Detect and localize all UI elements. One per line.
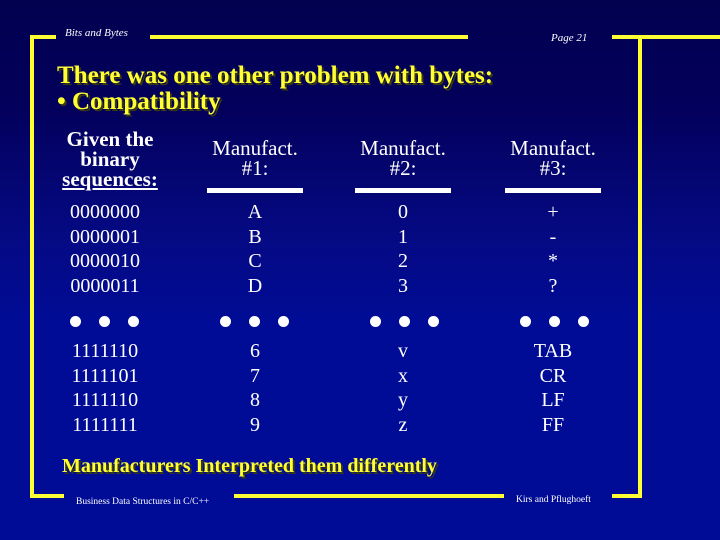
frame-bottom-left bbox=[30, 494, 64, 498]
ellipsis-icon bbox=[220, 316, 289, 327]
header-line: binary bbox=[80, 147, 140, 171]
binary-value: 0000000 bbox=[70, 201, 140, 223]
authors-footer: Kirs and Pflughoeft bbox=[516, 495, 591, 505]
section-title: Bits and Bytes bbox=[65, 27, 128, 39]
char-value: 3 bbox=[398, 274, 408, 297]
frame-bottom-right bbox=[612, 494, 642, 498]
manufacturer-2-bottom-values: v x y z bbox=[373, 339, 433, 437]
dot-icon bbox=[428, 316, 439, 327]
ellipsis-icon bbox=[70, 316, 139, 327]
ellipsis-icon bbox=[370, 316, 439, 327]
frame-right bbox=[638, 35, 642, 498]
char-value: - bbox=[549, 225, 557, 248]
header-line: Manufact. bbox=[212, 136, 298, 160]
header-line: #3: bbox=[539, 156, 567, 180]
dot-icon bbox=[549, 316, 560, 327]
manufacturer-3-top-values: + - * ? bbox=[523, 200, 583, 298]
dot-icon bbox=[278, 316, 289, 327]
char-value: LF bbox=[541, 389, 565, 411]
dot-icon bbox=[249, 316, 260, 327]
header-underline bbox=[355, 188, 451, 193]
char-value: 8 bbox=[250, 389, 260, 411]
char-value: 7 bbox=[250, 364, 260, 387]
char-value: TAB bbox=[533, 340, 573, 362]
char-value: 0 bbox=[398, 201, 408, 223]
header-line: Manufact. bbox=[360, 136, 446, 160]
dot-icon bbox=[520, 316, 531, 327]
char-value: x bbox=[398, 364, 408, 387]
manufacturer-2-top-values: 0 1 2 3 bbox=[373, 200, 433, 298]
char-value: 9 bbox=[250, 413, 260, 436]
binary-bottom-values: 1111110 1111101 1111110 1111111 bbox=[50, 339, 160, 437]
title-line-1: There was one other problem with bytes: bbox=[57, 62, 494, 89]
char-value: 1 bbox=[398, 225, 408, 248]
char-value: A bbox=[247, 201, 263, 223]
slide-title: There was one other problem with bytes: … bbox=[57, 63, 493, 115]
dot-icon bbox=[370, 316, 381, 327]
char-value: ? bbox=[548, 274, 558, 297]
binary-value: 1111110 bbox=[71, 340, 139, 362]
binary-column-header: Given the binary sequences: bbox=[50, 127, 170, 191]
ellipsis-icon bbox=[520, 316, 589, 327]
page-number: Page 21 bbox=[551, 32, 588, 44]
char-value: v bbox=[398, 340, 408, 362]
header-line: Manufact. bbox=[510, 136, 596, 160]
header-line: Given the bbox=[66, 127, 154, 151]
frame-top-middle bbox=[150, 35, 468, 39]
binary-top-values: 0000000 0000001 0000010 0000011 bbox=[50, 200, 160, 298]
frame-top-right bbox=[612, 35, 720, 39]
header-underline bbox=[207, 188, 303, 193]
binary-value: 1111101 bbox=[71, 364, 139, 387]
course-footer: Business Data Structures in C/C++ bbox=[76, 497, 210, 507]
binary-value: 1111111 bbox=[72, 413, 138, 436]
dot-icon bbox=[70, 316, 81, 327]
manufacturer-1-bottom-values: 6 7 8 9 bbox=[225, 339, 285, 437]
char-value: + bbox=[547, 201, 559, 223]
header-line: #1: bbox=[241, 156, 269, 180]
dot-icon bbox=[578, 316, 589, 327]
header-line: sequences: bbox=[62, 167, 158, 191]
binary-column: Given the binary sequences: bbox=[50, 127, 170, 191]
binary-value: 0000010 bbox=[70, 250, 140, 272]
dot-icon bbox=[399, 316, 410, 327]
char-value: 2 bbox=[398, 250, 408, 272]
binary-value: 1111110 bbox=[71, 389, 139, 411]
char-value: 6 bbox=[250, 340, 260, 362]
title-bullet-compatibility: • Compatibility bbox=[57, 88, 221, 115]
char-value: D bbox=[247, 274, 263, 297]
frame-top-left bbox=[32, 35, 56, 39]
manufacturer-2-column: Manufact. #2: bbox=[338, 138, 468, 193]
manufacturer-1-header: Manufact. #1: bbox=[190, 136, 320, 180]
manufacturer-2-header: Manufact. #2: bbox=[338, 136, 468, 180]
frame-bottom-middle bbox=[234, 494, 504, 498]
char-value: * bbox=[548, 250, 558, 272]
manufacturer-1-top-values: A B C D bbox=[225, 200, 285, 298]
manufacturer-3-header: Manufact. #3: bbox=[488, 136, 618, 180]
frame-left bbox=[30, 35, 34, 498]
char-value: FF bbox=[541, 413, 565, 436]
conclusion-text: Manufacturers Interpreted them different… bbox=[62, 455, 437, 477]
char-value: y bbox=[398, 389, 408, 411]
dot-icon bbox=[220, 316, 231, 327]
manufacturer-1-column: Manufact. #1: bbox=[190, 138, 320, 193]
manufacturer-3-bottom-values: TAB CR LF FF bbox=[513, 339, 593, 437]
char-value: C bbox=[248, 250, 262, 272]
header-underline bbox=[505, 188, 601, 193]
char-value: CR bbox=[539, 364, 567, 387]
dot-icon bbox=[99, 316, 110, 327]
header-line: #2: bbox=[389, 156, 417, 180]
dot-icon bbox=[128, 316, 139, 327]
binary-value: 0000001 bbox=[70, 225, 140, 248]
char-value: z bbox=[398, 413, 408, 436]
char-value: B bbox=[248, 225, 262, 248]
binary-value: 0000011 bbox=[70, 274, 140, 297]
manufacturer-3-column: Manufact. #3: bbox=[488, 138, 618, 193]
